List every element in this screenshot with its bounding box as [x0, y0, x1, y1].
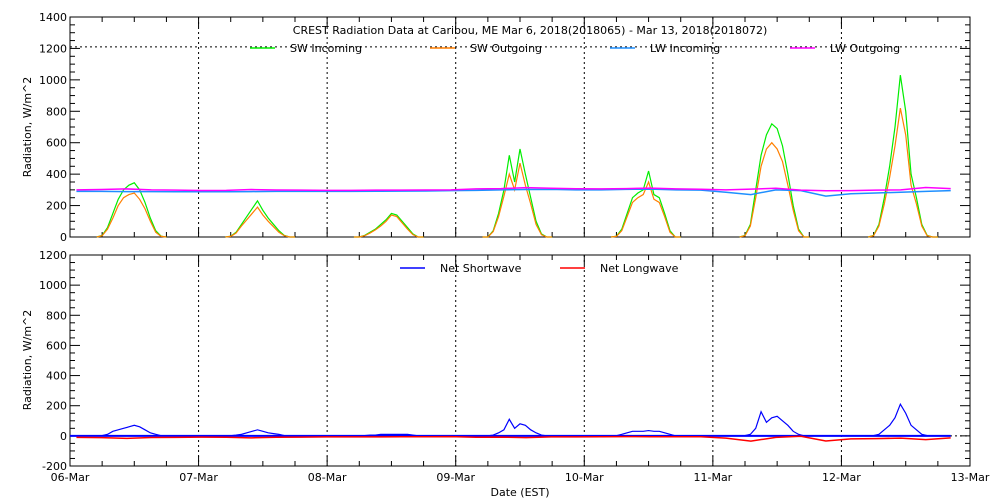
legend-label: SW Incoming	[290, 42, 362, 55]
y-tick-label: 800	[46, 309, 67, 322]
bottom-panel: Radiation, W/m^2 Date (EST) -20002004006…	[21, 249, 990, 499]
x-tick-label: 06-Mar	[51, 471, 90, 484]
series-line-sw-incoming	[739, 122, 810, 238]
y-tick-label: 1400	[39, 11, 67, 24]
y-tick-label: 800	[46, 105, 67, 118]
series-line-net-shortwave	[739, 410, 810, 437]
series-line-sw-incoming	[225, 199, 295, 238]
top-y-label: Radiation, W/m^2	[21, 77, 34, 178]
x-tick-label: 09-Mar	[436, 471, 475, 484]
x-tick-label: 13-Mar	[951, 471, 990, 484]
series-line-sw-incoming	[482, 148, 553, 238]
bottom-y-label: Radiation, W/m^2	[21, 310, 34, 411]
legend-label: Net Longwave	[600, 262, 679, 275]
y-tick-label: 400	[46, 370, 67, 383]
legend-label: LW Outgoing	[830, 42, 900, 55]
y-tick-label: 1200	[39, 42, 67, 55]
radiation-chart: CREST Radiation Data at Caribou, ME Mar …	[21, 11, 990, 499]
top-panel: CREST Radiation Data at Caribou, ME Mar …	[21, 11, 971, 244]
series-line-sw-outgoing	[482, 163, 553, 238]
series-line-sw-incoming	[353, 212, 424, 238]
series-line-sw-outgoing	[868, 108, 938, 238]
y-tick-label: 1000	[39, 279, 67, 292]
x-tick-label: 12-Mar	[822, 471, 861, 484]
y-tick-label: 200	[46, 200, 67, 213]
x-tick-label: 07-Mar	[179, 471, 218, 484]
y-tick-label: 1200	[39, 249, 67, 262]
y-tick-label: 600	[46, 339, 67, 352]
series-line-sw-incoming	[610, 170, 681, 238]
series-line-sw-incoming	[868, 75, 938, 238]
y-tick-label: 0	[60, 231, 67, 244]
legend-label: LW Incoming	[650, 42, 720, 55]
legend-label: Net Shortwave	[440, 262, 522, 275]
y-tick-label: 1000	[39, 74, 67, 87]
series-line-net-shortwave	[868, 402, 938, 437]
y-tick-label: 400	[46, 168, 67, 181]
plot-frame	[69, 254, 971, 467]
y-tick-label: 0	[60, 430, 67, 443]
chart-title: CREST Radiation Data at Caribou, ME Mar …	[293, 24, 767, 37]
series-line-net-shortwave	[96, 424, 167, 437]
x-tick-label: 08-Mar	[308, 471, 347, 484]
x-tick-label: 10-Mar	[565, 471, 604, 484]
y-tick-label: 600	[46, 137, 67, 150]
series-line-net-longwave	[76, 435, 951, 442]
x-tick-label: 11-Mar	[693, 471, 732, 484]
legend-label: SW Outgoing	[470, 42, 542, 55]
series-line-sw-outgoing	[225, 206, 295, 238]
y-tick-label: 200	[46, 400, 67, 413]
series-line-net-shortwave	[482, 418, 553, 437]
x-axis-label: Date (EST)	[490, 486, 549, 499]
